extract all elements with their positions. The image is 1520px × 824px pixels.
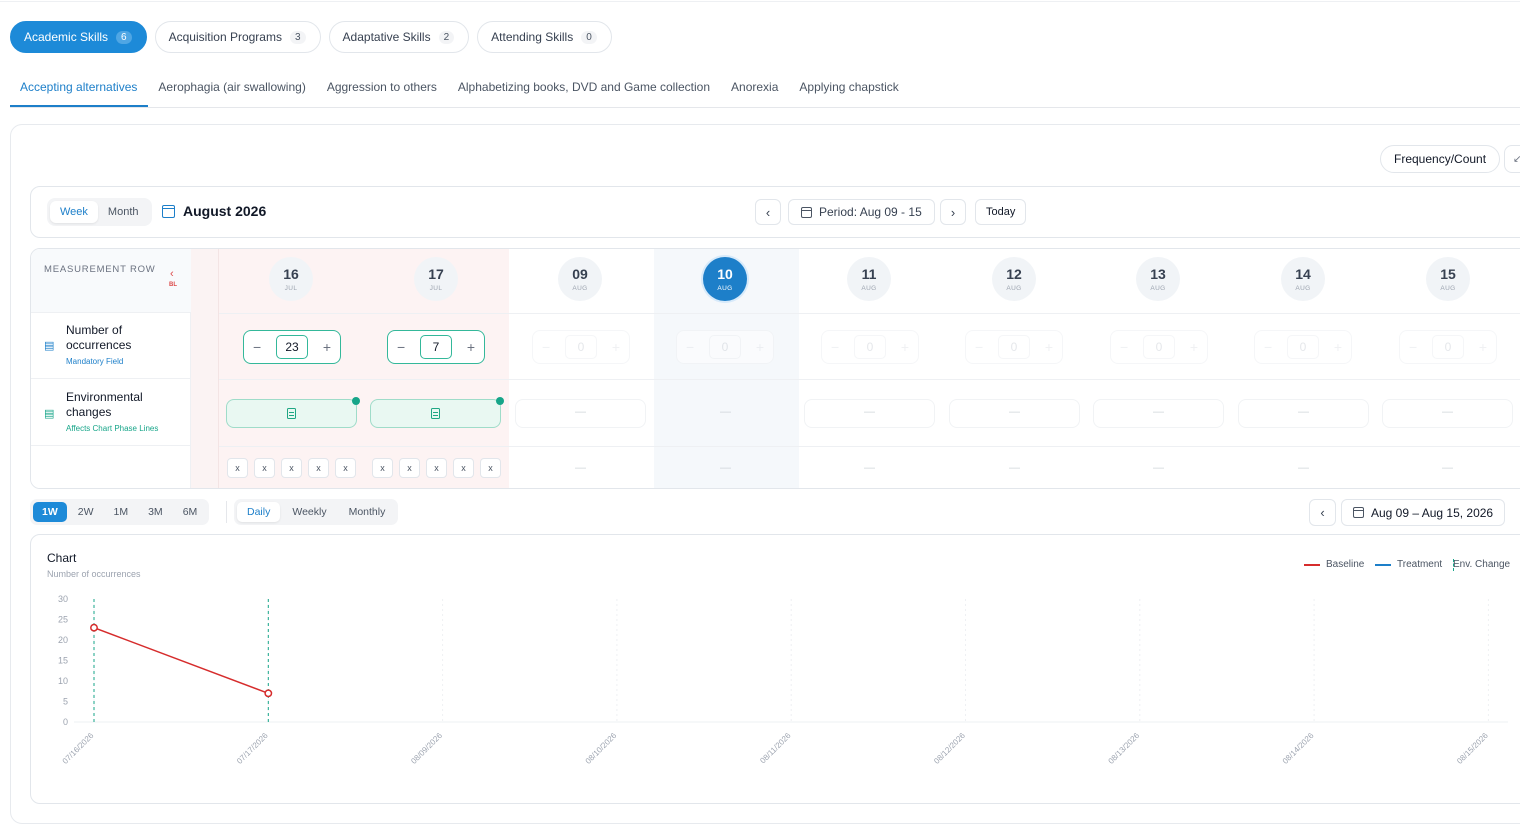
line-chart: 0 5 10 15 20 25 30 07/16/2026 07/17/2026 08/09/20… <box>58 594 1508 766</box>
x-tick-label: 07/17/2026 <box>235 731 270 766</box>
x-tick-label: 08/11/2026 <box>758 731 793 766</box>
x-tick-label: 08/13/2026 <box>1107 731 1142 766</box>
y-tick-label: 20 <box>58 635 68 645</box>
x-tick-label: 08/09/2026 <box>409 731 444 766</box>
data-point <box>90 623 98 632</box>
y-tick-label: 0 <box>63 717 68 727</box>
x-tick-label: 08/14/2026 <box>1281 731 1316 766</box>
y-tick-label: 15 <box>58 656 68 666</box>
data-point <box>264 689 273 698</box>
series-line <box>93 626 269 695</box>
x-tick-label: 08/10/2026 <box>584 731 619 766</box>
y-tick-label: 10 <box>58 676 68 686</box>
x-tick-label: 07/16/2026 <box>61 731 96 766</box>
y-tick-label: 25 <box>58 615 68 625</box>
x-tick-label: 08/12/2026 <box>932 731 967 766</box>
y-tick-label: 5 <box>63 697 68 707</box>
y-tick-label: 30 <box>58 594 68 604</box>
x-tick-label: 08/15/2026 <box>1455 731 1490 766</box>
